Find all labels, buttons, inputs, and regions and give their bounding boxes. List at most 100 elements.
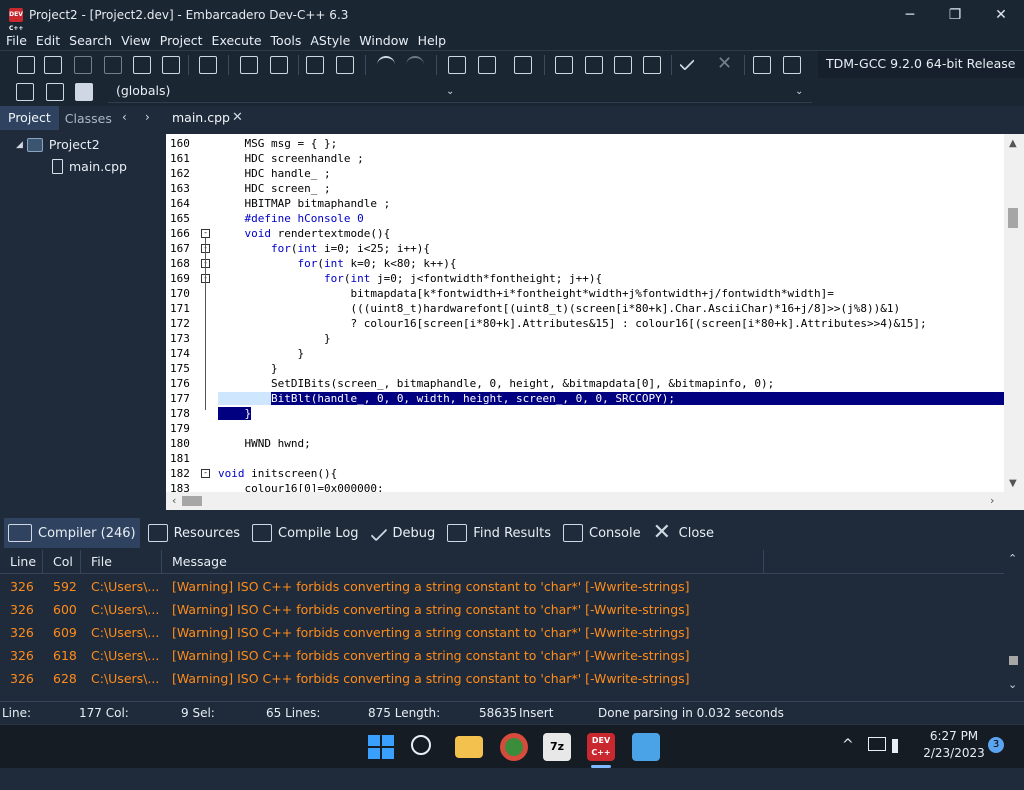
expand-arrow-icon[interactable]: ◢ — [16, 140, 23, 150]
network-icon[interactable] — [868, 737, 886, 751]
print-icon[interactable] — [199, 56, 217, 74]
menu-edit[interactable]: Edit — [32, 33, 64, 48]
scroll-up-arrow-icon[interactable]: ▲ — [1009, 138, 1017, 149]
menu-file[interactable]: File — [2, 33, 31, 48]
volume-icon[interactable] — [892, 739, 906, 753]
editor-tab-main-cpp[interactable]: main.cpp — [166, 106, 236, 132]
col-header-file[interactable]: File — [81, 550, 162, 574]
chrome-icon[interactable] — [500, 733, 528, 761]
code-line[interactable]: 172 ? colour16[screen[i*80+k].Attributes… — [166, 316, 1004, 331]
code-line[interactable]: 179 — [166, 421, 1004, 436]
new-file-icon[interactable] — [17, 56, 35, 74]
tab-close[interactable]: ✕ Close — [649, 518, 718, 548]
undo-icon[interactable] — [377, 56, 395, 74]
replace-icon[interactable] — [270, 56, 288, 74]
code-line[interactable]: 176 SetDIBits(screen_, bitmaphandle, 0, … — [166, 376, 1004, 391]
menu-search[interactable]: Search — [65, 33, 116, 48]
minimize-button[interactable]: ─ — [887, 0, 933, 30]
show-hidden-icons[interactable]: ^ — [842, 725, 854, 769]
hscroll-thumb[interactable] — [182, 496, 202, 506]
message-row[interactable]: 326 609 C:\Users\... [Warning] ISO C++ forb… — [0, 621, 1004, 644]
file-explorer-icon[interactable] — [455, 736, 483, 758]
message-row[interactable]: 326 600 C:\Users\... [Warning] ISO C++ forb… — [0, 598, 1004, 621]
scroll-thumb[interactable] — [1008, 208, 1018, 228]
menu-astyle[interactable]: AStyle — [306, 33, 354, 48]
message-row[interactable]: 326 592 C:\Users\... [Warning] ISO C++ forb… — [0, 575, 1004, 598]
delete-profile-icon[interactable] — [783, 56, 801, 74]
col-header-message[interactable]: Message — [162, 550, 764, 574]
code-editor[interactable]: 160 MSG msg = { }; 161 HDC screenhandle ;… — [166, 134, 1004, 492]
goto-line-icon[interactable] — [306, 56, 324, 74]
menu-project[interactable]: Project — [156, 33, 207, 48]
code-line[interactable]: 162 HDC handle_ ; — [166, 166, 1004, 181]
code-line[interactable]: 177 BitBlt(handle_, 0, 0, width, height,… — [166, 391, 1004, 406]
open-file-icon[interactable] — [44, 56, 62, 74]
tab-compile-log[interactable]: Compile Log — [248, 518, 363, 548]
check-syntax-icon[interactable] — [679, 55, 695, 71]
scroll-right-arrow-icon[interactable]: › — [990, 494, 994, 507]
tab-compiler[interactable]: Compiler (246) — [4, 518, 140, 548]
code-line[interactable]: 161 HDC screenhandle ; — [166, 151, 1004, 166]
code-line[interactable]: 164 HBITMAP bitmaphandle ; — [166, 196, 1004, 211]
code-line[interactable]: 169 for(int j=0; j<fontwidth*fontheight;… — [166, 271, 1004, 286]
code-line[interactable]: 167 for(int i=0; i<25; i++){- — [166, 241, 1004, 256]
menu-execute[interactable]: Execute — [208, 33, 266, 48]
menu-help[interactable]: Help — [414, 33, 451, 48]
scroll-down-icon[interactable]: ⌄ — [1008, 678, 1017, 691]
code-line[interactable]: 180 HWND hwnd; — [166, 436, 1004, 451]
find-icon[interactable] — [240, 56, 258, 74]
search-icon[interactable] — [411, 735, 431, 755]
save-all-icon[interactable] — [104, 56, 122, 74]
chevron-right-icon[interactable]: › — [145, 110, 150, 124]
devcpp-taskbar-icon[interactable]: DEV C++ — [587, 733, 615, 761]
maximize-button[interactable]: ❐ — [932, 0, 978, 30]
messages-scrollbar[interactable]: ⌃ ⌄ — [1004, 550, 1024, 698]
code-line[interactable]: 171 (((uint8_t)hardwarefont[(uint8_t)(sc… — [166, 301, 1004, 316]
tab-project[interactable]: Project — [0, 106, 59, 130]
code-line[interactable]: 163 HDC screen_ ; — [166, 181, 1004, 196]
fold-toggle-icon[interactable]: - — [201, 469, 210, 478]
chevron-down-icon[interactable]: ⌄ — [446, 82, 454, 102]
toggle-bookmark-icon[interactable] — [336, 56, 354, 74]
message-row[interactable]: 326 628 C:\Users\... [Warning] ISO C++ forb… — [0, 667, 1004, 690]
indent-icon[interactable] — [448, 56, 466, 74]
menu-view[interactable]: View — [117, 33, 155, 48]
scroll-down-arrow-icon[interactable]: ▼ — [1009, 478, 1017, 489]
goto-bookmark-icon[interactable] — [75, 83, 93, 101]
notepad-icon[interactable] — [632, 733, 660, 761]
compiler-select[interactable]: TDM-GCC 9.2.0 64-bit Release — [818, 51, 1024, 79]
code-line[interactable]: 181 — [166, 451, 1004, 466]
scroll-up-icon[interactable]: ⌃ — [1008, 552, 1017, 565]
notification-badge[interactable]: 3 — [988, 737, 1004, 753]
tree-item-project[interactable]: ◢ Project2 — [16, 137, 100, 152]
close-all-icon[interactable] — [162, 56, 180, 74]
tab-find-results[interactable]: Find Results — [443, 518, 555, 548]
tab-debug[interactable]: Debug — [367, 518, 440, 548]
col-header-col[interactable]: Col — [43, 550, 81, 574]
toggle-bookmark2-icon[interactable] — [46, 83, 64, 101]
code-line[interactable]: 182 void initscreen(){- — [166, 466, 1004, 481]
chevron-left-icon[interactable]: ‹ — [122, 110, 127, 124]
tab-classes[interactable]: Classes — [59, 111, 118, 126]
compile-run-icon[interactable] — [614, 56, 632, 74]
code-line[interactable]: 174 } — [166, 346, 1004, 361]
code-line[interactable]: 168 for(int k=0; k<80; k++){- — [166, 256, 1004, 271]
scroll-thumb[interactable] — [1009, 656, 1018, 665]
menu-window[interactable]: Window — [355, 33, 412, 48]
comment-icon[interactable] — [514, 56, 532, 74]
editor-vertical-scrollbar[interactable]: ▲ ▼ — [1004, 134, 1024, 492]
col-header-line[interactable]: Line — [0, 550, 43, 574]
rebuild-all-icon[interactable] — [643, 56, 661, 74]
compile-icon[interactable] — [555, 56, 573, 74]
code-line[interactable]: 160 MSG msg = { }; — [166, 136, 1004, 151]
unindent-icon[interactable] — [478, 56, 496, 74]
windows-start-icon[interactable] — [366, 733, 394, 761]
run-icon[interactable] — [585, 56, 603, 74]
code-line[interactable]: 166 void rendertextmode(){- — [166, 226, 1004, 241]
message-row[interactable]: 326 618 C:\Users\... [Warning] ISO C++ forb… — [0, 644, 1004, 667]
menu-tools[interactable]: Tools — [267, 33, 306, 48]
insert-icon[interactable] — [16, 83, 34, 101]
chevron-down-icon[interactable]: ⌄ — [795, 82, 803, 102]
code-line[interactable]: 165 #define hConsole 0 — [166, 211, 1004, 226]
code-line[interactable]: 173 } — [166, 331, 1004, 346]
